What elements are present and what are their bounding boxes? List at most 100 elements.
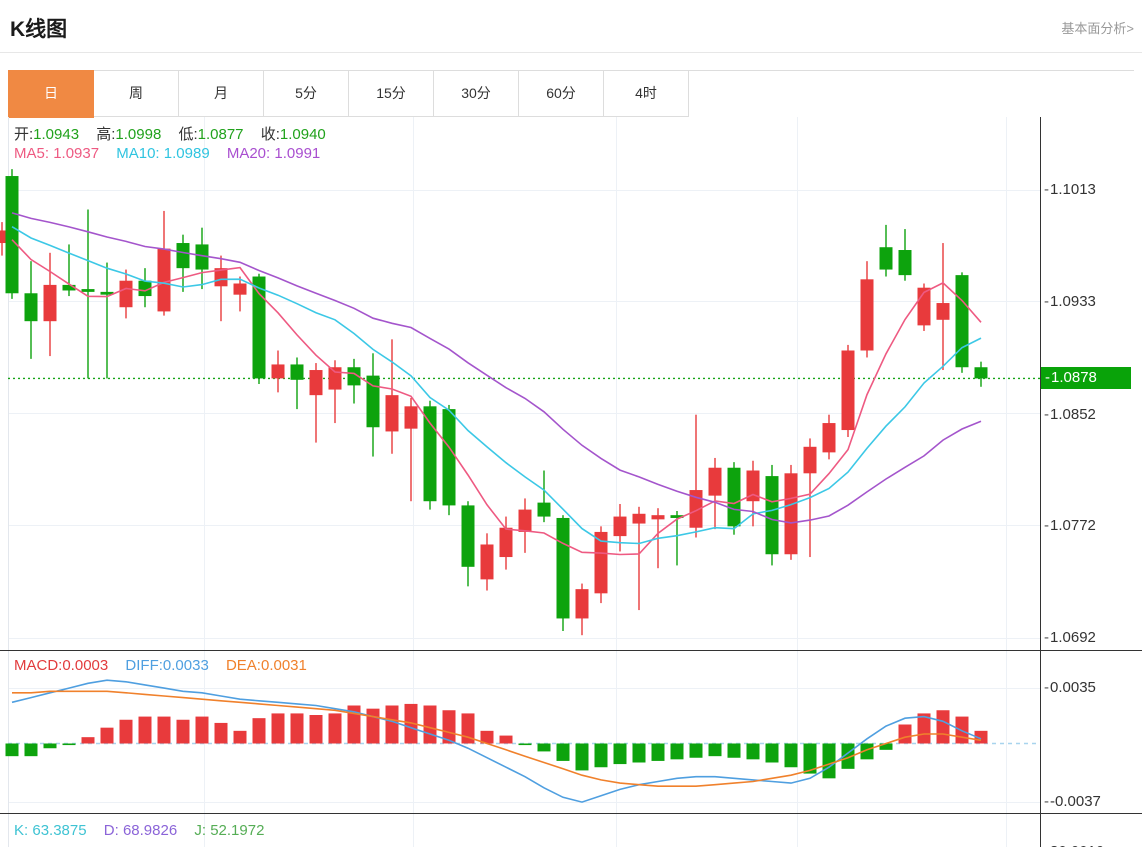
candle-down [537,502,551,517]
d-pair: D: 68.9826 [104,822,177,839]
macd-bar [309,715,323,744]
macd-tick-label: -0.0037 [1044,793,1101,811]
candle-down [955,275,969,368]
macd-bar [176,719,190,744]
fundamental-analysis-link[interactable]: 基本面分析> [1061,18,1134,37]
macd-bar [689,743,703,758]
candle-up [936,303,950,320]
period-tabs: 日 周 月 5分 15分 30分 60分 4时 [8,70,1134,118]
macd-bar [214,722,228,744]
macd-bar [708,743,722,757]
tab-60min[interactable]: 60分 [519,71,604,117]
kdj-tick-label-partial: 80.0010 [1044,843,1104,847]
candle-up [157,248,171,312]
candle-up [651,515,665,520]
ma-legend: MA5: 1.0937 MA10: 1.0989 MA20: 1.0991 [14,145,333,162]
macd-bar [822,743,836,779]
candles-group [0,169,988,636]
macd-bar [898,724,912,744]
macd-histogram [5,703,988,779]
ma20-legend: MA20: 1.0991 [227,145,320,162]
tab-30min[interactable]: 30分 [434,71,519,117]
candle-up [385,395,399,432]
candle-down [24,293,38,322]
macd-bar [575,743,589,771]
j-pair: J: 52.1972 [194,822,264,839]
price-tick-label: 1.0852 [1044,406,1096,424]
dea-pair: DEA:0.0031 [226,657,307,674]
macd-bar [138,716,152,744]
candle-up [822,423,836,453]
j-value: 52.1972 [210,822,265,839]
tab-day[interactable]: 日 [8,70,94,118]
candle-down [81,289,95,292]
macd-bar [518,743,532,746]
macd-bar [936,710,950,744]
macd-bar [613,743,627,765]
kline-chart-region: 开:1.0943 高:1.0998 低:1.0877 收:1.0940 MA5:… [0,117,1142,847]
diff-line [11,679,982,803]
tab-4hour[interactable]: 4时 [604,71,689,117]
tab-week[interactable]: 周 [94,71,179,117]
macd-bar [670,743,684,760]
candle-down [423,406,437,502]
macd-bar [119,719,133,744]
ma10-line [11,226,982,545]
ma5-label: MA5: [14,145,50,162]
macd-bar [157,716,171,744]
ma20-label: MA20: [226,145,271,162]
ma10-legend: MA10: 1.0989 [116,145,209,162]
candle-down [5,176,19,294]
close-value: 1.0940 [279,126,326,143]
macd-bar [271,713,285,744]
macd-bar [765,743,779,763]
candle-up [860,279,874,351]
close-label: 收: [260,126,280,143]
current-price-badge: 1.0878 [1041,367,1131,390]
macd-bar [499,735,513,744]
page-title: K线图 [10,18,68,41]
candle-down [765,476,779,555]
d-label: D: [103,822,119,839]
ma20-value: 1.0991 [274,145,321,162]
candle-up [613,516,627,537]
low-label: 低: [178,126,198,143]
macd-bar [62,743,76,746]
macd-bar [5,743,19,757]
diff-value: 0.0033 [162,657,209,674]
macd-label: MACD: [14,657,63,674]
ma5-value: 1.0937 [53,145,100,162]
macd-legend: MACD:0.0003 DIFF:0.0033 DEA:0.0031 [14,657,320,674]
macd-bar [632,743,646,763]
macd-bar [366,708,380,744]
pane-borders [0,117,1142,847]
high-label: 高: [96,126,116,143]
candle-up [271,364,285,379]
k-pair: K: 63.3875 [14,822,87,839]
macd-bar [252,718,266,744]
macd-bar [537,743,551,752]
macd-bar [594,743,608,768]
dea-value: 0.0031 [260,657,307,674]
tab-month[interactable]: 月 [179,71,264,117]
macd-bar [195,716,209,744]
candle-down [252,276,266,379]
macd-bar [727,743,741,758]
macd-tick-label: 0.0035 [1044,679,1096,697]
price-tick-label: 1.1013 [1044,181,1096,199]
ma5-legend: MA5: 1.0937 [14,145,99,162]
ma10-label: MA10: [116,145,160,162]
candle-up [43,284,57,322]
ma5-line [11,239,982,556]
tab-15min[interactable]: 15分 [349,71,434,117]
candle-up [841,350,855,431]
candle-up [404,406,418,429]
macd-bar [290,713,304,744]
kline-chart-canvas [0,117,1142,847]
candle-down [290,364,304,380]
tab-5min[interactable]: 5分 [264,71,349,117]
price-tick-label: 1.0692 [1044,629,1096,647]
macd-bar [328,713,342,744]
candle-up [518,509,532,532]
candle-down [974,367,988,379]
